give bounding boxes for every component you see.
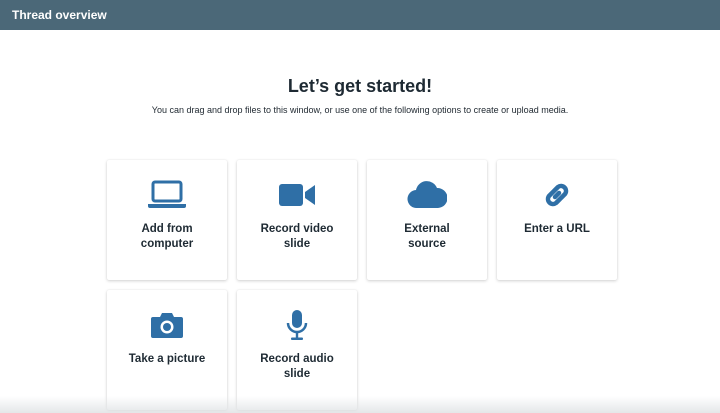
option-label: Record audio slide — [260, 353, 334, 380]
laptop-icon — [107, 178, 227, 212]
cloud-icon — [367, 178, 487, 212]
option-label: Record video slide — [260, 223, 334, 250]
title-bar: Thread overview — [0, 0, 720, 30]
window-title: Thread overview — [12, 8, 107, 22]
enter-url-button[interactable]: Enter a URL — [497, 160, 617, 280]
take-picture-button[interactable]: Take a picture — [107, 290, 227, 410]
video-camera-icon — [237, 178, 357, 212]
intro-section: Let’s get started! You can drag and drop… — [0, 76, 720, 115]
record-video-slide-button[interactable]: Record video slide — [237, 160, 357, 280]
record-audio-slide-button[interactable]: Record audio slide — [237, 290, 357, 410]
page-subtitle: You can drag and drop files to this wind… — [151, 105, 569, 115]
option-label: Add from computer — [140, 223, 194, 250]
page-title: Let’s get started! — [287, 76, 433, 96]
option-label: External source — [404, 223, 450, 250]
bottom-fade — [0, 396, 720, 413]
link-icon — [497, 178, 617, 212]
external-source-button[interactable]: External source — [367, 160, 487, 280]
camera-icon — [107, 308, 227, 342]
add-from-computer-button[interactable]: Add from computer — [107, 160, 227, 280]
option-label: Enter a URL — [524, 223, 590, 235]
microphone-icon — [237, 308, 357, 342]
option-label: Take a picture — [128, 353, 206, 365]
